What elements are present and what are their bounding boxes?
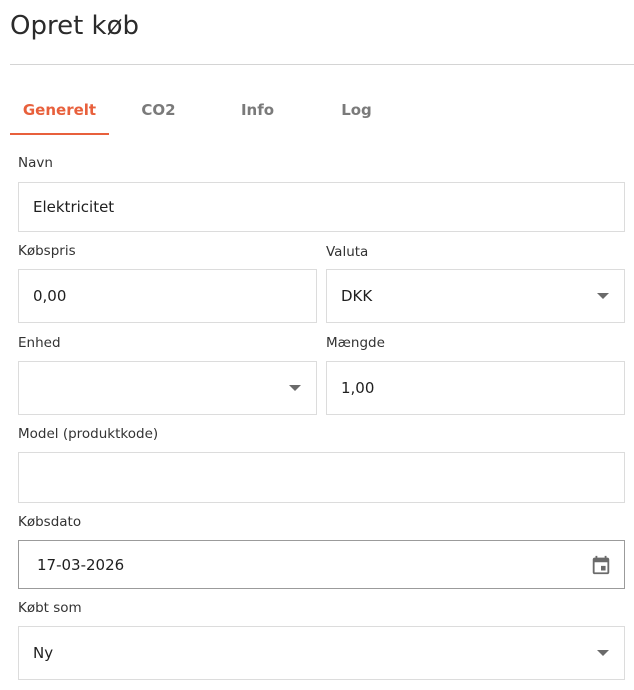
kobspris-input[interactable]: 0,00 [18, 269, 317, 323]
caret-down-icon [597, 293, 609, 299]
kobt-som-label: Købt som [18, 600, 82, 616]
kobsdato-input[interactable]: 17-03-2026 [18, 540, 625, 589]
kobsdato-label: Købsdato [18, 514, 82, 530]
kobsdato-value: 17-03-2026 [37, 555, 125, 574]
navn-input[interactable]: Elektricitet [18, 182, 625, 232]
valuta-label: Valuta [326, 244, 369, 260]
maengde-value: 1,00 [341, 379, 375, 397]
kobspris-label: Købspris [18, 243, 76, 259]
calendar-icon[interactable] [590, 554, 612, 576]
model-label: Model (produktkode) [18, 426, 159, 442]
navn-label: Navn [18, 155, 53, 171]
valuta-select[interactable]: DKK [326, 269, 625, 323]
maengde-label: Mængde [326, 335, 385, 351]
navn-value: Elektricitet [33, 198, 115, 216]
tab-info[interactable]: Info [208, 86, 307, 135]
enhed-select[interactable] [18, 361, 317, 415]
maengde-input[interactable]: 1,00 [326, 361, 625, 415]
tab-log[interactable]: Log [307, 86, 406, 135]
page-title: Opret køb [10, 11, 140, 41]
title-divider [10, 64, 634, 65]
kobspris-value: 0,00 [33, 287, 67, 305]
tab-bar: Generelt CO2 Info Log [10, 86, 406, 135]
tab-generelt[interactable]: Generelt [10, 86, 109, 135]
caret-down-icon [289, 385, 301, 391]
tab-co2[interactable]: CO2 [109, 86, 208, 135]
model-input[interactable] [18, 452, 625, 503]
caret-down-icon [597, 650, 609, 656]
enhed-label: Enhed [18, 335, 61, 351]
kobt-som-select[interactable]: Ny [18, 626, 625, 680]
valuta-value: DKK [341, 287, 373, 305]
kobt-som-value: Ny [33, 644, 54, 662]
